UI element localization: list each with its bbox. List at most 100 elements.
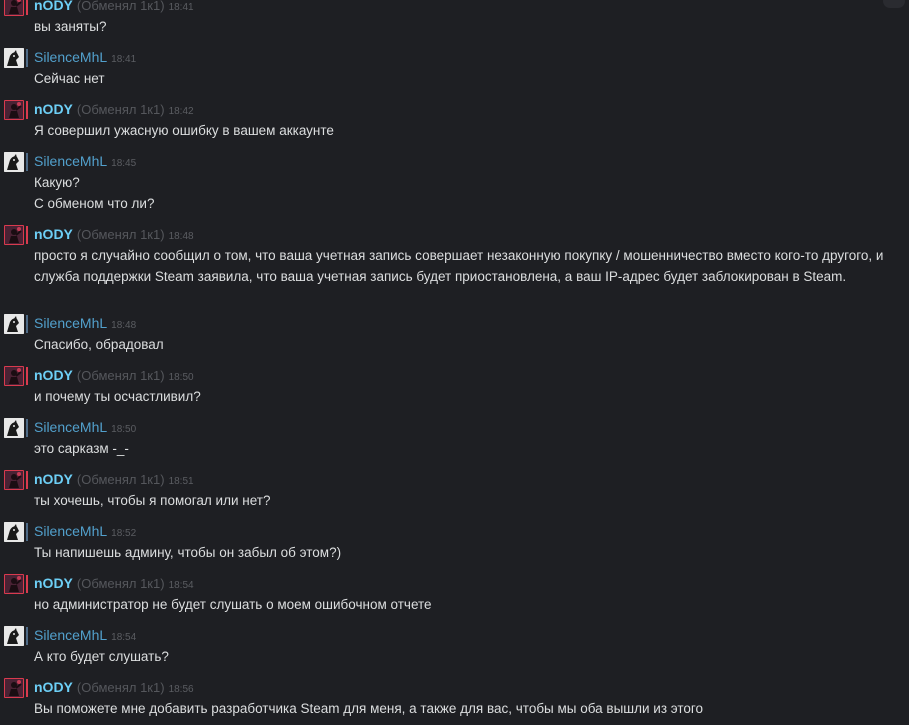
message-group: SilenceMhL 18:54 А кто будет слушать? [2,626,909,667]
avatar[interactable] [4,522,24,542]
avatar-silence-icon [4,152,24,172]
status-bar [26,523,28,541]
message-text: Ты напишешь админу, чтобы он забыл об эт… [34,545,342,560]
message-header: SilenceMhL 18:54 [34,626,909,646]
message-header: SilenceMhL 18:41 [34,48,909,68]
message-header: nODY (Обменял 1к1) 18:51 [34,470,909,490]
avatar[interactable] [4,470,24,490]
timestamp: 18:51 [168,476,194,487]
chat-log: nODY (Обменял 1к1) 18:41 вы заняты? SilenceM… [0,0,909,725]
avatar[interactable] [4,366,24,386]
message-text: это сарказм -_- [34,441,129,456]
status-bar [26,575,28,593]
timestamp: 18:41 [111,54,137,65]
status-bar [26,153,28,171]
author-status: (Обменял 1к1) [76,102,165,117]
avatar[interactable] [4,418,24,438]
author-name[interactable]: nODY [34,679,73,695]
avatar-silence-icon [4,522,24,542]
author-name[interactable]: nODY [34,471,73,487]
author-status: (Обменял 1к1) [76,368,165,383]
status-bar [26,315,28,333]
avatar[interactable] [4,678,24,698]
message-text: Какую? [34,175,80,190]
avatar-silence-icon [4,48,24,68]
author-name[interactable]: SilenceMhL [34,49,107,65]
author-status: (Обменял 1к1) [76,472,165,487]
avatar-nody-icon [5,101,23,119]
timestamp: 18:48 [111,320,137,331]
message-group: SilenceMhL 18:41 Сейчас нет [2,48,909,89]
message-header: nODY (Обменял 1к1) 18:42 [34,100,909,120]
message-text: и почему ты осчастливил? [34,389,201,404]
message-text: С обменом что ли? [34,196,155,211]
author-status: (Обменял 1к1) [76,680,165,695]
message-group: nODY (Обменял 1к1) 18:42 Я совершил ужасную… [2,100,909,141]
timestamp: 18:45 [111,158,137,169]
message-text: просто я случайно сообщил о том, что ваш… [34,248,884,284]
avatar[interactable] [4,48,24,68]
avatar-nody-icon [5,0,23,15]
author-name[interactable]: nODY [34,226,73,242]
message-text: вы заняты? [34,19,107,34]
avatar[interactable] [4,626,24,646]
avatar[interactable] [4,314,24,334]
message-group: nODY (Обменял 1к1) 18:51 ты хочешь, чтобы я… [2,470,909,511]
message-group: nODY (Обменял 1к1) 18:48 просто я случайно … [2,225,909,287]
message-text: Вы поможете мне добавить разработчика St… [34,701,704,716]
timestamp: 18:52 [111,528,137,539]
author-name[interactable]: SilenceMhL [34,315,107,331]
timestamp: 18:48 [168,231,194,242]
message-header: nODY (Обменял 1к1) 18:50 [34,366,909,386]
timestamp: 18:56 [168,684,194,695]
avatar-nody-icon [5,679,23,697]
author-name[interactable]: SilenceMhL [34,419,107,435]
author-name[interactable]: SilenceMhL [34,627,107,643]
message-header: nODY (Обменял 1к1) 18:41 [34,0,909,16]
status-bar [26,49,28,67]
status-bar [26,101,28,119]
status-bar [26,367,28,385]
message-text: Спасибо, обрадовал [34,337,164,352]
message-text: но администратор не будет слушать о моем… [34,597,432,612]
author-name[interactable]: nODY [34,101,73,117]
avatar[interactable] [4,100,24,120]
message-group: SilenceMhL 18:50 это сарказм -_- [2,418,909,459]
timestamp: 18:42 [168,106,194,117]
message-text: А кто будет слушать? [34,649,169,664]
author-name[interactable]: nODY [34,367,73,383]
avatar-nody-icon [5,575,23,593]
avatar-silence-icon [4,314,24,334]
message-header: nODY (Обменял 1к1) 18:56 [34,678,909,698]
message-group: nODY (Обменял 1к1) 18:41 вы заняты? [2,0,909,37]
author-name[interactable]: SilenceMhL [34,153,107,169]
author-name[interactable]: nODY [34,0,73,13]
message-group: nODY (Обменял 1к1) 18:50 и почему ты осчаст… [2,366,909,407]
message-text: Я совершил ужасную ошибку в вашем аккаун… [34,123,334,138]
message-text: Сейчас нет [34,71,105,86]
status-bar [26,0,28,15]
message-group: SilenceMhL 18:52 Ты напишешь админу, чтобы… [2,522,909,563]
status-bar [26,471,28,489]
avatar-silence-icon [4,418,24,438]
avatar[interactable] [4,152,24,172]
avatar[interactable] [4,225,24,245]
timestamp: 18:41 [168,2,194,13]
status-bar [26,627,28,645]
timestamp: 18:50 [168,372,194,383]
author-name[interactable]: SilenceMhL [34,523,107,539]
message-header: nODY (Обменял 1к1) 18:54 [34,574,909,594]
avatar-nody-icon [5,226,23,244]
author-status: (Обменял 1к1) [76,576,165,591]
author-name[interactable]: nODY [34,575,73,591]
avatar[interactable] [4,574,24,594]
author-status: (Обменял 1к1) [76,227,165,242]
message-group: nODY (Обменял 1к1) 18:54 но администратор н… [2,574,909,615]
message-header: SilenceMhL 18:52 [34,522,909,542]
timestamp: 18:50 [111,424,137,435]
message-header: SilenceMhL 18:48 [34,314,909,334]
message-group: SilenceMhL 18:45 Какую? С обменом что ли? [2,152,909,214]
message-group: SilenceMhL 18:48 Спасибо, обрадовал [2,314,909,355]
author-status: (Обменял 1к1) [76,0,165,13]
avatar[interactable] [4,0,24,16]
